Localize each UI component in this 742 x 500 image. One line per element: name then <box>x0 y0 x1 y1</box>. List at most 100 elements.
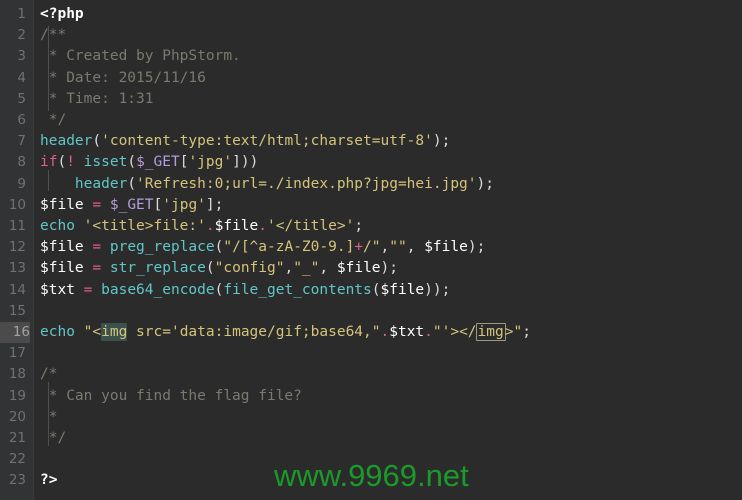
line-number: 11 <box>8 218 26 234</box>
code-line[interactable]: 3 * Created by PhpStorm. <box>0 46 742 67</box>
code-token: ( <box>127 175 137 192</box>
code-line[interactable]: 16 echo "<img src='data:image/gif;base64,… <box>0 322 742 344</box>
code-line[interactable]: 1 <?php <box>0 4 742 25</box>
code-token: echo <box>40 218 75 234</box>
line-number: 10 <box>8 196 26 213</box>
line-content: * Time: 1:31 <box>40 89 154 110</box>
code-token: $file <box>40 260 84 277</box>
code-line[interactable]: 14 $txt = base64_encode(file_get_contents… <box>0 280 742 301</box>
line-number: 22 <box>8 451 26 468</box>
code-token: 'Refresh:0;url=./index.php?jpg=hei.jpg' <box>136 175 477 192</box>
code-token: * Date: 2015/11/16 <box>40 69 206 86</box>
code-token: $file <box>40 239 84 256</box>
code-line[interactable]: 11 echo '<title>file:'.$file.'</title>'; <box>0 216 742 237</box>
code-token: */ <box>40 112 67 128</box>
line-number: 9 <box>17 175 26 192</box>
code-token: $_GET <box>136 154 180 171</box>
code-token: ); <box>467 239 486 256</box>
code-token: ); <box>476 175 494 192</box>
code-line[interactable]: 12 $file = preg_replace("/[^a-zA-Z0-9.]+/… <box>0 237 742 258</box>
code-token: /** <box>40 27 67 44</box>
code-line[interactable]: 21 */ <box>0 428 742 449</box>
code-token: , <box>406 239 425 256</box>
code-line[interactable]: 20 * <box>0 407 742 428</box>
code-token: /" <box>363 239 381 256</box>
code-line[interactable]: 9 header('Refresh:0;url=./index.php?jpg=… <box>0 174 742 195</box>
code-token: 'jpg' <box>162 196 206 213</box>
code-token: 'jpg' <box>188 154 233 171</box>
code-token: $file <box>336 260 381 277</box>
code-token: ; <box>522 324 531 340</box>
code-token: img <box>101 323 128 341</box>
line-content: ?> <box>40 470 57 491</box>
code-token: "" <box>389 239 407 256</box>
code-editor-window: 1 <?php 2/** 3 * Created by PhpStorm. 4 * Da… <box>0 0 742 500</box>
line-number: 19 <box>8 387 26 404</box>
code-line[interactable]: 19 * Can you find the flag file? <box>0 386 742 407</box>
line-content: echo "<img src='data:image/gif;base64,".… <box>40 322 531 343</box>
line-number: 14 <box>8 281 26 298</box>
code-token: . <box>205 218 215 234</box>
code-line[interactable]: 6 */ <box>0 110 742 131</box>
code-token: */ <box>40 430 67 446</box>
code-token: $_GET <box>109 196 154 213</box>
code-token: . <box>380 324 390 340</box>
code-token: $txt <box>389 324 425 340</box>
code-line[interactable]: 15 <box>0 301 742 322</box>
indent-guide-comment-top <box>48 26 49 111</box>
code-line[interactable]: 4 * Date: 2015/11/16 <box>0 68 742 89</box>
code-line[interactable]: 2 /** <box>0 25 742 46</box>
code-line[interactable]: 13 $file = str_replace("config","_", $fil… <box>0 258 742 279</box>
line-number: 8 <box>17 154 26 171</box>
code-token: "/[^a-zA-Z0-9.] <box>223 239 355 256</box>
code-token: str_replace <box>109 260 206 277</box>
code-line[interactable]: 7 header('content-type:text/html;charset=… <box>0 131 742 152</box>
code-token: isset <box>83 154 128 171</box>
code-token: ?> <box>40 472 58 489</box>
line-number: 15 <box>8 302 26 319</box>
code-token: if <box>40 154 58 171</box>
indent-guide-comment-bottom <box>48 382 49 446</box>
line-content: $file = $_GET['jpg']; <box>40 195 223 216</box>
line-number: 21 <box>8 430 26 446</box>
code-line[interactable]: 10 $file = $_GET['jpg']; <box>0 195 742 216</box>
code-token: "config" <box>214 260 285 277</box>
code-line[interactable]: 18 /* <box>0 364 742 385</box>
code-text-area[interactable]: 1 <?php 2/** 3 * Created by PhpStorm. 4 * Da… <box>0 0 742 500</box>
code-line[interactable]: 17 <box>0 343 742 364</box>
line-content: */ <box>40 428 66 449</box>
code-token: ])) <box>232 154 259 171</box>
code-token: preg_replace <box>109 239 215 256</box>
code-token: , <box>319 260 337 277</box>
code-token: $file <box>380 281 425 298</box>
code-token: 'content-type:text/html;charset=utf-8' <box>101 133 433 150</box>
line-number: 6 <box>17 112 26 128</box>
code-token: '<title>file:' <box>83 218 206 234</box>
code-line[interactable]: 23 ?> <box>0 470 742 491</box>
code-token: ]; <box>205 196 224 213</box>
code-token: header <box>40 133 93 150</box>
code-token: + <box>354 239 364 256</box>
line-content: header('content-type:text/html;charset=u… <box>40 131 450 152</box>
code-line[interactable]: 22 <box>0 449 742 470</box>
line-content: if(! isset($_GET['jpg'])) <box>40 152 258 173</box>
line-content: $file = preg_replace("/[^a-zA-Z0-9.]+/",… <box>40 237 485 258</box>
line-number: 20 <box>8 408 26 425</box>
code-line[interactable]: 5 * Time: 1:31 <box>0 89 742 110</box>
line-number: 2 <box>17 27 26 44</box>
line-number: 3 <box>17 48 26 65</box>
code-line[interactable]: 8 if(! isset($_GET['jpg'])) <box>0 152 742 173</box>
code-token: echo <box>40 324 75 340</box>
line-number: 4 <box>17 69 26 86</box>
code-token: ( <box>127 154 137 171</box>
line-number: 16 <box>0 322 30 344</box>
code-token: ); <box>432 133 451 150</box>
code-token: ! <box>66 154 75 171</box>
code-token: $file <box>40 196 84 213</box>
